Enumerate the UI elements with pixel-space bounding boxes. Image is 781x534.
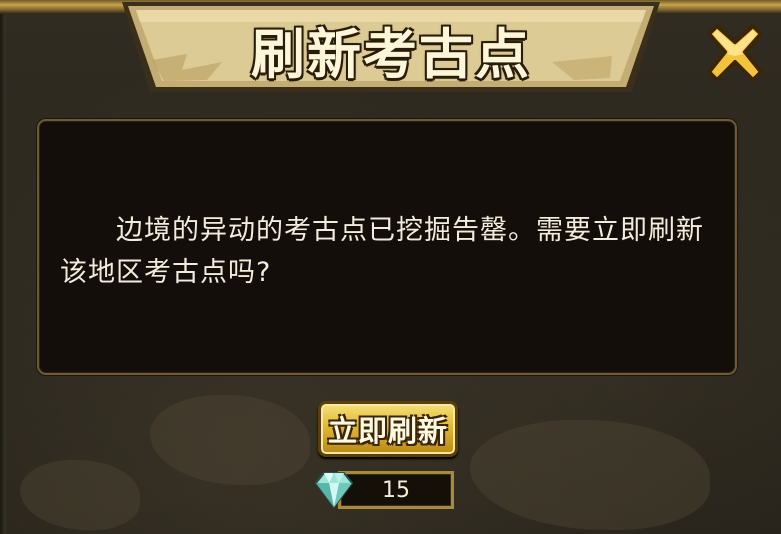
cost-amount: 15 bbox=[382, 477, 410, 503]
close-x-icon bbox=[707, 24, 763, 82]
diamond-icon bbox=[315, 472, 353, 508]
left-border bbox=[0, 14, 6, 534]
dialog-title: 刷新考古点 bbox=[251, 22, 531, 86]
refresh-now-label: 立即刷新 bbox=[327, 414, 448, 448]
refresh-now-button[interactable]: 立即刷新 bbox=[318, 401, 458, 457]
dialog-message: 边境的异动的考古点已挖掘告罄。需要立即刷新该地区考古点吗? bbox=[60, 215, 704, 288]
close-button[interactable] bbox=[703, 22, 767, 86]
